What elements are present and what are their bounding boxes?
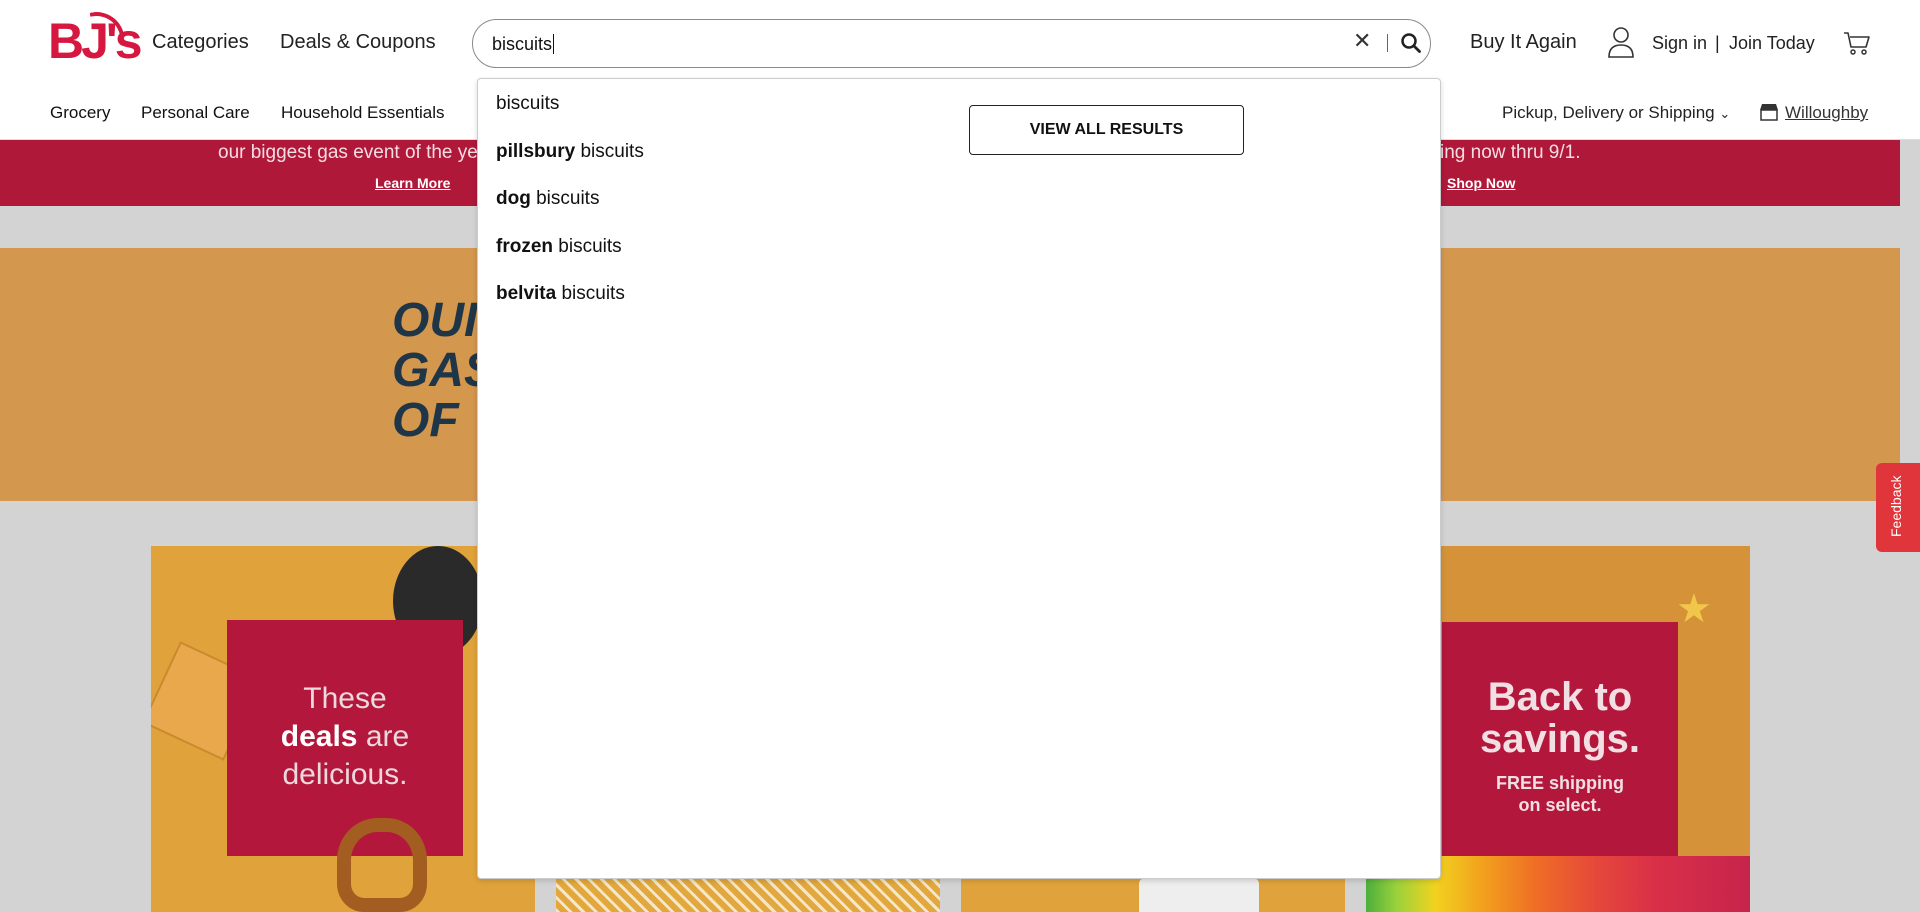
suggestion-item[interactable]: dog biscuits: [496, 188, 599, 210]
search-input[interactable]: biscuits ✕: [472, 19, 1431, 68]
store-icon: [1760, 104, 1778, 121]
store-location-link[interactable]: Willoughby: [1785, 103, 1868, 123]
search-suggestions-dropdown: biscuits pillsbury biscuits dog biscuits…: [477, 78, 1441, 879]
back-to-savings-title: Back to savings.: [1479, 675, 1641, 761]
feedback-tab[interactable]: Feedback: [1876, 463, 1920, 552]
pretzel-image: [337, 818, 427, 912]
nav-item-household-essentials[interactable]: Household Essentials: [281, 103, 444, 123]
free-shipping-text: FREE shipping on select.: [1496, 773, 1624, 815]
back-to-savings-box: Back to savings. FREE shipping on select…: [1442, 622, 1678, 858]
cereal-texture: [556, 878, 940, 912]
deals-box: These deals are delicious.: [227, 620, 463, 856]
shop-now-link[interactable]: Shop Now: [1447, 175, 1515, 191]
suggestion-item[interactable]: biscuits: [496, 93, 559, 115]
text-caret: [553, 34, 555, 54]
learn-more-link[interactable]: Learn More: [375, 175, 450, 191]
deals-coupons-link[interactable]: Deals & Coupons: [280, 31, 436, 54]
search-icon[interactable]: [1400, 32, 1422, 54]
pickup-delivery-selector[interactable]: Pickup, Delivery or Shipping ⌄: [1502, 103, 1730, 123]
search-divider: [1387, 34, 1388, 52]
banner-text-left: our biggest gas event of the ye: [218, 142, 478, 163]
join-today-link[interactable]: Join Today: [1729, 33, 1815, 54]
nav-item-grocery[interactable]: Grocery: [50, 103, 110, 123]
deals-text: These deals are delicious.: [280, 682, 410, 791]
nav-item-personal-care[interactable]: Personal Care: [141, 103, 250, 123]
search-input-value: biscuits: [492, 34, 555, 54]
bjs-logo[interactable]: BJ's: [48, 7, 143, 72]
stars-decoration: ★: [1676, 587, 1712, 631]
suggestion-item[interactable]: belvita biscuits: [496, 283, 625, 305]
banner-text-right: ing now thru 9/1.: [1440, 142, 1581, 163]
user-icon[interactable]: [1606, 25, 1636, 59]
suggestion-item[interactable]: frozen biscuits: [496, 236, 622, 258]
cart-icon[interactable]: [1843, 30, 1871, 56]
sign-in-link[interactable]: Sign in: [1652, 33, 1707, 54]
categories-link[interactable]: Categories: [152, 31, 249, 54]
close-icon[interactable]: ✕: [1353, 30, 1371, 52]
buy-it-again-link[interactable]: Buy It Again: [1470, 31, 1577, 54]
chevron-down-icon: ⌄: [1719, 106, 1731, 121]
account-separator: |: [1715, 33, 1720, 53]
suggestion-item[interactable]: pillsbury biscuits: [496, 141, 644, 163]
view-all-results-button[interactable]: VIEW ALL RESULTS: [969, 105, 1244, 155]
cup-image: [1139, 878, 1259, 912]
feedback-label: Feedback: [1888, 475, 1904, 537]
